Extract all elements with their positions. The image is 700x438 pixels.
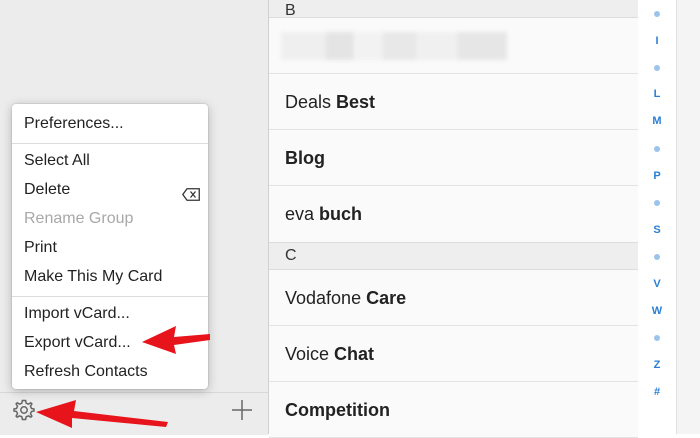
index-letter[interactable]: M xyxy=(638,114,676,128)
contacts-list: B Deals Best Blog eva buch C Vodafone Ca… xyxy=(269,0,638,438)
index-letter[interactable]: L xyxy=(638,87,676,101)
index-letter[interactable]: I xyxy=(638,34,676,48)
menu-item-select-all[interactable]: Select All xyxy=(12,147,208,175)
contact-last-name: Best xyxy=(336,92,376,112)
contact-last-name: buch xyxy=(319,204,363,224)
index-letter[interactable]: S xyxy=(638,223,676,237)
index-dot xyxy=(654,146,660,152)
menu-item-preferences[interactable]: Preferences... xyxy=(12,110,208,138)
index-dot xyxy=(654,11,660,17)
contact-row[interactable]: Voice Chat xyxy=(269,326,638,382)
redacted-name xyxy=(281,32,507,60)
section-header-b: B xyxy=(269,0,638,19)
gear-icon xyxy=(12,398,36,427)
section-header-c: C xyxy=(269,242,638,270)
index-dot xyxy=(654,65,660,71)
menu-item-import-vcard[interactable]: Import vCard... xyxy=(12,300,208,328)
contact-row[interactable]: Deals Best xyxy=(269,74,638,130)
index-letter[interactable]: W xyxy=(638,304,676,318)
contact-row[interactable]: Vodafone Care xyxy=(269,270,638,326)
contact-first-name: Vodafone xyxy=(285,288,367,308)
menu-item-delete[interactable]: Delete xyxy=(12,176,208,204)
contact-first-name: Deals xyxy=(285,92,337,112)
menu-item-delete-label: Delete xyxy=(24,181,71,198)
contact-last-name: Blog xyxy=(285,148,325,168)
contact-first-name: Voice xyxy=(285,344,335,364)
contact-row[interactable]: Competition xyxy=(269,382,638,438)
contact-row-redacted[interactable] xyxy=(269,18,638,74)
index-dot xyxy=(654,254,660,260)
index-letter[interactable]: V xyxy=(638,277,676,291)
plus-icon xyxy=(230,398,254,427)
settings-context-menu: Preferences... Select All Delete Rename … xyxy=(12,104,208,389)
index-letter[interactable]: # xyxy=(638,385,676,399)
contact-row[interactable]: Blog xyxy=(269,130,638,186)
contact-last-name: Care xyxy=(366,288,407,308)
menu-separator xyxy=(12,296,208,297)
menu-item-make-my-card[interactable]: Make This My Card xyxy=(12,263,208,291)
contact-last-name: Competition xyxy=(285,400,390,420)
settings-gear-button[interactable] xyxy=(10,398,38,426)
index-dot xyxy=(654,335,660,341)
menu-item-export-vcard[interactable]: Export vCard... xyxy=(12,329,208,357)
alphabet-index-bar[interactable]: I L M P S V W Z # xyxy=(638,0,676,434)
index-dot xyxy=(654,200,660,206)
contact-first-name: eva xyxy=(285,204,320,224)
index-letter[interactable]: P xyxy=(638,169,676,183)
menu-item-rename-group: Rename Group xyxy=(24,210,134,227)
add-button[interactable] xyxy=(228,398,256,426)
menu-item-print[interactable]: Print xyxy=(12,234,208,262)
menu-item-refresh-contacts[interactable]: Refresh Contacts xyxy=(12,358,208,386)
contact-row[interactable]: eva buch xyxy=(269,186,638,242)
index-letter[interactable]: Z xyxy=(638,358,676,372)
menu-separator xyxy=(12,143,208,144)
scroll-edge xyxy=(676,0,700,434)
contact-last-name: Chat xyxy=(334,344,375,364)
